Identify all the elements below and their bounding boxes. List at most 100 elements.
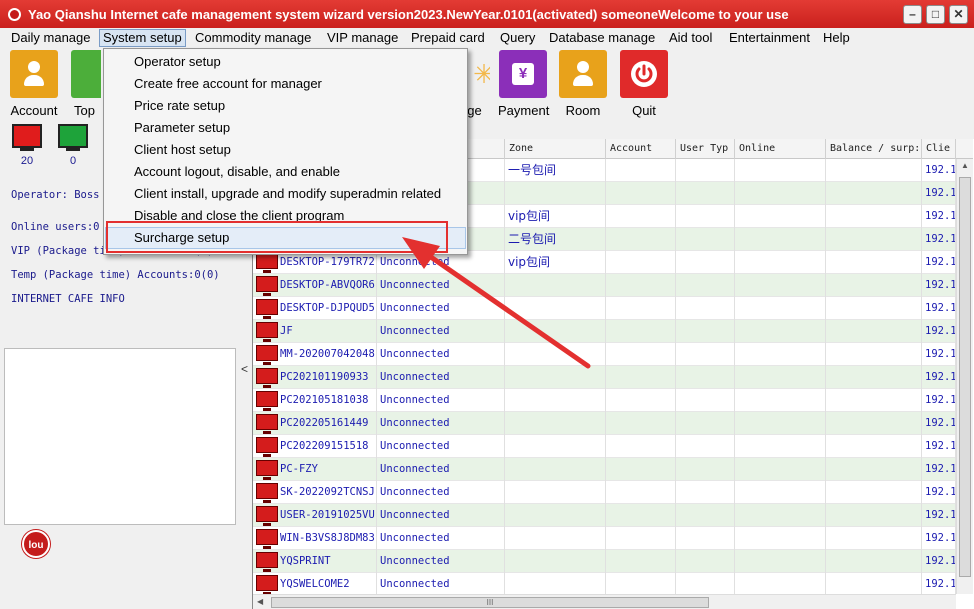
table-row[interactable]: YQSWELCOME2 Unconnected 192.1 bbox=[253, 573, 956, 596]
menu-query[interactable]: Query bbox=[497, 29, 538, 47]
menu-item-client-host-setup[interactable]: Client host setup bbox=[105, 139, 466, 161]
menu-prepaid-card[interactable]: Prepaid card bbox=[408, 29, 488, 47]
table-row[interactable]: PC202101190933 Unconnected 192.1 bbox=[253, 366, 956, 389]
menu-system-setup[interactable]: System setup bbox=[99, 29, 186, 47]
table-cell-name: PC202209151518 bbox=[253, 435, 377, 458]
table-cell bbox=[735, 205, 826, 228]
menu-database-manage[interactable]: Database manage bbox=[546, 29, 658, 47]
minimize-button[interactable]: – bbox=[903, 5, 922, 24]
collapse-arrow-icon[interactable]: < bbox=[241, 362, 248, 376]
menu-vip-manage[interactable]: VIP manage bbox=[324, 29, 401, 47]
menu-item-price-rate-setup[interactable]: Price rate setup bbox=[105, 95, 466, 117]
payment-tool-button[interactable]: ¥ Payment bbox=[498, 50, 549, 118]
table-cell-name: PC202105181038 bbox=[253, 389, 377, 412]
menu-help[interactable]: Help bbox=[820, 29, 853, 47]
col-header-online[interactable]: Online bbox=[735, 139, 826, 159]
scroll-left-arrow-icon[interactable]: ◀ bbox=[257, 597, 263, 606]
table-cell bbox=[606, 251, 676, 274]
horizontal-scrollbar[interactable]: ◀ III bbox=[253, 594, 956, 609]
table-cell bbox=[735, 228, 826, 251]
menu-commodity-manage[interactable]: Commodity manage bbox=[192, 29, 314, 47]
table-row[interactable]: WIN-B3VS8J8DM83 Unconnected 192.1 bbox=[253, 527, 956, 550]
table-cell-status: Unconnected bbox=[377, 504, 505, 527]
close-button[interactable]: ✕ bbox=[949, 5, 968, 24]
vertical-scrollbar[interactable]: ▲ bbox=[956, 159, 973, 594]
table-cell-zone bbox=[505, 550, 606, 573]
table-row[interactable]: YQSPRINT Unconnected 192.1 bbox=[253, 550, 956, 573]
table-cell bbox=[826, 251, 922, 274]
table-row[interactable]: PC202105181038 Unconnected 192.1 bbox=[253, 389, 956, 412]
table-cell-ip: 192.1 bbox=[922, 435, 956, 458]
table-cell-name: WIN-B3VS8J8DM83 bbox=[253, 527, 377, 550]
col-header-client-ip[interactable]: Clie bbox=[922, 139, 956, 159]
table-cell bbox=[735, 297, 826, 320]
col-header-zone[interactable]: Zone bbox=[505, 139, 606, 159]
menu-bar: Daily manage System setup Commodity mana… bbox=[0, 28, 974, 48]
horizontal-scroll-thumb[interactable]: III bbox=[271, 597, 709, 608]
menu-entertainment[interactable]: Entertainment bbox=[726, 29, 813, 47]
table-cell-zone bbox=[505, 366, 606, 389]
scroll-up-arrow-icon[interactable]: ▲ bbox=[961, 161, 969, 170]
table-row[interactable]: DESKTOP-DJPQUD5 Unconnected 192.1 bbox=[253, 297, 956, 320]
maximize-button[interactable]: □ bbox=[926, 5, 945, 24]
account-tool-button[interactable]: Account bbox=[9, 50, 59, 118]
app-icon bbox=[8, 8, 21, 21]
top-up-tool-button[interactable]: Top bbox=[71, 50, 101, 118]
table-cell bbox=[826, 297, 922, 320]
table-row[interactable]: PC202209151518 Unconnected 192.1 bbox=[253, 435, 956, 458]
table-cell-zone bbox=[505, 458, 606, 481]
table-cell-zone bbox=[505, 412, 606, 435]
quit-tool-button[interactable]: Quit bbox=[619, 50, 669, 118]
table-row[interactable]: MM-202007042048 Unconnected 192.1 bbox=[253, 343, 956, 366]
table-row[interactable]: SK-2022092TCNSJ Unconnected 192.1 bbox=[253, 481, 956, 504]
table-cell bbox=[676, 435, 735, 458]
room-tool-button[interactable]: Room bbox=[558, 50, 608, 118]
vertical-scroll-thumb[interactable] bbox=[959, 177, 971, 577]
menu-aid-tool[interactable]: Aid tool bbox=[666, 29, 715, 47]
table-cell bbox=[676, 343, 735, 366]
menu-item-client-install[interactable]: Client install, upgrade and modify super… bbox=[105, 183, 466, 205]
table-cell bbox=[735, 435, 826, 458]
col-header-balance[interactable]: Balance / surp: bbox=[826, 139, 922, 159]
table-cell bbox=[826, 228, 922, 251]
table-cell-ip: 192.1 bbox=[922, 550, 956, 573]
table-cell bbox=[606, 228, 676, 251]
online-count-indicator[interactable]: 0 bbox=[58, 124, 88, 167]
menu-item-parameter-setup[interactable]: Parameter setup bbox=[105, 117, 466, 139]
col-header-user-type[interactable]: User Typ bbox=[676, 139, 735, 159]
table-row[interactable]: PC-FZY Unconnected 192.1 bbox=[253, 458, 956, 481]
menu-item-operator-setup[interactable]: Operator setup bbox=[105, 51, 466, 73]
table-cell bbox=[735, 182, 826, 205]
table-cell-status: Unconnected bbox=[377, 320, 505, 343]
table-cell bbox=[606, 412, 676, 435]
table-cell-status: Unconnected bbox=[377, 550, 505, 573]
menu-daily-manage[interactable]: Daily manage bbox=[8, 29, 94, 47]
cafe-info-label[interactable]: INTERNET CAFE INFO bbox=[11, 293, 125, 305]
table-cell-status: Unconnected bbox=[377, 573, 505, 596]
table-row[interactable]: DESKTOP-ABVQOR6 Unconnected 192.1 bbox=[253, 274, 956, 297]
table-cell bbox=[676, 527, 735, 550]
table-row[interactable]: JF Unconnected 192.1 bbox=[253, 320, 956, 343]
menu-item-create-free-account[interactable]: Create free account for manager bbox=[105, 73, 466, 95]
menu-item-account-logout[interactable]: Account logout, disable, and enable bbox=[105, 161, 466, 183]
table-cell bbox=[735, 320, 826, 343]
table-cell bbox=[735, 412, 826, 435]
monitor-green-icon bbox=[58, 124, 88, 148]
offline-count-indicator[interactable]: 20 bbox=[12, 124, 42, 167]
table-row[interactable]: PC202205161449 Unconnected 192.1 bbox=[253, 412, 956, 435]
table-cell-ip: 192.1 bbox=[922, 458, 956, 481]
title-bar: Yao Qianshu Internet cafe management sys… bbox=[0, 0, 974, 30]
col-header-account[interactable]: Account bbox=[606, 139, 676, 159]
table-cell-ip: 192.1 bbox=[922, 527, 956, 550]
table-row[interactable]: USER-20191025VU Unconnected 192.1 bbox=[253, 504, 956, 527]
offline-count: 20 bbox=[20, 155, 34, 167]
online-count: 0 bbox=[69, 155, 77, 167]
table-cell bbox=[676, 159, 735, 182]
table-cell bbox=[826, 527, 922, 550]
table-cell-ip: 192.1 bbox=[922, 228, 956, 251]
table-cell bbox=[606, 527, 676, 550]
table-cell bbox=[676, 228, 735, 251]
table-cell-ip: 192.1 bbox=[922, 182, 956, 205]
temp-accounts-label: Temp (Package time) Accounts:0(0) bbox=[11, 269, 220, 281]
table-cell-ip: 192.1 bbox=[922, 389, 956, 412]
